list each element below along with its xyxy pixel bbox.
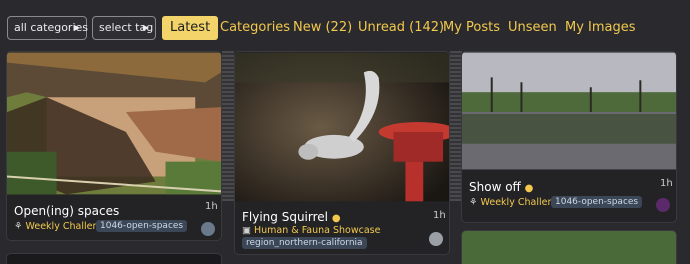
topic-age: 1h <box>660 178 673 189</box>
topic-thumbnail <box>7 52 221 195</box>
category-dropdown[interactable]: all categories ▶ <box>7 16 88 40</box>
avatar[interactable] <box>201 222 215 236</box>
tab-unread[interactable]: Unread (142) <box>358 16 444 40</box>
trophy-icon: ⚘ <box>469 197 478 208</box>
topic-card[interactable]: Flying Squirrel ● 1h ▣ Human & Fauna Show… <box>234 51 450 255</box>
topic-thumbnail <box>235 52 449 202</box>
tag-dropdown[interactable]: select tag ▶ <box>92 16 156 40</box>
tab-my-posts[interactable]: My Posts <box>443 16 500 40</box>
topic-card[interactable]: Open(ing) spaces 1h ⚘ Weekly Challenge 10… <box>6 51 222 241</box>
trophy-icon: ⚘ <box>14 221 23 232</box>
topic-title-text: Show off <box>469 180 521 194</box>
topic-category-label: Human & Fauna Showcase <box>253 225 381 236</box>
topic-category[interactable]: ▣ Human & Fauna Showcase <box>242 225 380 236</box>
unread-dot-icon: ● <box>331 213 341 224</box>
caret-right-icon: ▶ <box>142 23 149 32</box>
topic-card[interactable] <box>6 253 222 264</box>
tab-categories[interactable]: Categories <box>220 16 290 40</box>
topic-title-text: Flying Squirrel <box>242 210 328 224</box>
topic-title[interactable]: Flying Squirrel ● <box>242 210 341 224</box>
caret-right-icon: ▶ <box>73 23 80 32</box>
topic-card[interactable]: Show off ● 1h ⚘ Weekly Challenge 1046-ope… <box>461 51 677 223</box>
top-navbar: all categories ▶ select tag ▶ Latest Cat… <box>0 0 690 46</box>
topic-tag[interactable]: 1046-open-spaces <box>96 220 188 232</box>
tab-unseen[interactable]: Unseen <box>508 16 557 40</box>
avatar[interactable] <box>429 232 443 246</box>
topic-age: 1h <box>433 210 446 221</box>
tab-new[interactable]: New (22) <box>293 16 352 40</box>
unread-dot-icon: ● <box>524 183 534 194</box>
topic-tag[interactable]: 1046-open-spaces <box>551 196 643 208</box>
topic-tag[interactable]: region_northern-california <box>242 237 367 249</box>
topic-age: 1h <box>205 201 218 212</box>
camera-icon: ▣ <box>242 225 251 236</box>
gutter-strip <box>222 51 234 201</box>
topic-title[interactable]: Open(ing) spaces <box>14 204 119 218</box>
tab-latest[interactable]: Latest <box>162 16 219 40</box>
topic-thumbnail <box>462 52 676 170</box>
topic-card[interactable] <box>461 230 677 264</box>
avatar[interactable] <box>656 198 670 212</box>
topic-title[interactable]: Show off ● <box>469 180 533 194</box>
tab-my-images[interactable]: My Images <box>565 16 636 40</box>
